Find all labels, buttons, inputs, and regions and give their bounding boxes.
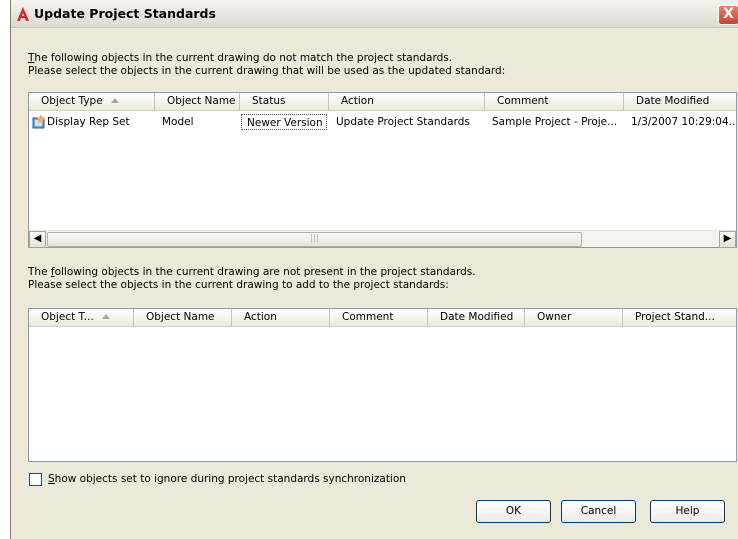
scroll-thumb[interactable]: ||| bbox=[47, 232, 582, 247]
column-action[interactable]: Action bbox=[232, 309, 330, 327]
show-ignored-checkbox[interactable] bbox=[29, 473, 42, 486]
sort-ascending-icon bbox=[110, 98, 119, 103]
window-title: Update Project Standards bbox=[34, 6, 216, 21]
column-date-modified[interactable]: Date Modified bbox=[624, 93, 736, 111]
mismatch-intro-line1: The following objects in the current dra… bbox=[28, 52, 453, 64]
cell-status[interactable]: Newer Version bbox=[241, 114, 327, 130]
cell-object-type: Display Rep Set bbox=[47, 116, 130, 128]
table-row[interactable]: Display Rep Set Model Newer Version Upda… bbox=[29, 113, 736, 131]
ok-button[interactable]: OK bbox=[476, 500, 551, 523]
close-button[interactable]: X bbox=[718, 5, 738, 25]
column-status[interactable]: Status bbox=[240, 93, 329, 111]
mismatch-intro-line2: Please select the objects in the current… bbox=[28, 65, 506, 77]
column-object-type[interactable]: Object Type bbox=[29, 93, 155, 111]
arrow-right-icon: ▶ bbox=[723, 233, 732, 244]
mismatched-list-header: Object Type Object Name Status Action Co… bbox=[29, 93, 736, 111]
missing-intro-line1: The following objects in the current dra… bbox=[28, 266, 476, 278]
autocad-a-icon bbox=[17, 7, 29, 21]
column-object-type[interactable]: Object T... bbox=[29, 309, 134, 327]
mismatched-objects-list[interactable]: Object Type Object Name Status Action Co… bbox=[28, 92, 737, 248]
horizontal-scrollbar[interactable]: ◀ ||| ▶ bbox=[29, 230, 736, 248]
cell-object-name: Model bbox=[162, 116, 194, 128]
sort-ascending-icon bbox=[101, 314, 110, 319]
column-date-modified[interactable]: Date Modified bbox=[428, 309, 525, 327]
cancel-button[interactable]: Cancel bbox=[561, 500, 636, 523]
cell-date-modified: 1/3/2007 10:29:04... bbox=[631, 116, 736, 128]
cell-comment: Sample Project - Proje... bbox=[492, 116, 618, 128]
arrow-left-icon: ◀ bbox=[33, 233, 42, 244]
column-object-name[interactable]: Object Name bbox=[155, 93, 240, 111]
title-bar[interactable]: Update Project Standards X bbox=[11, 0, 738, 28]
scroll-grip-icon: ||| bbox=[309, 234, 320, 244]
close-icon: X bbox=[723, 6, 734, 22]
dialog-window: Update Project Standards X The following… bbox=[10, 0, 738, 539]
show-ignored-label[interactable]: Show objects set to ignore during projec… bbox=[48, 473, 406, 485]
column-comment[interactable]: Comment bbox=[330, 309, 428, 327]
cell-action[interactable]: Update Project Standards bbox=[329, 113, 485, 131]
missing-intro-line2: Please select the objects in the current… bbox=[28, 279, 449, 291]
missing-list-header: Object T... Object Name Action Comment D… bbox=[29, 309, 736, 327]
mismatch-intro-text: The following objects in the current dra… bbox=[28, 52, 505, 78]
missing-intro-text: The following objects in the current dra… bbox=[28, 266, 476, 292]
column-action[interactable]: Action bbox=[329, 93, 485, 111]
column-object-name[interactable]: Object Name bbox=[134, 309, 232, 327]
column-project-standards[interactable]: Project Stand... bbox=[623, 309, 736, 327]
column-owner[interactable]: Owner bbox=[525, 309, 623, 327]
help-button[interactable]: Help bbox=[650, 500, 725, 523]
scroll-right-button[interactable]: ▶ bbox=[719, 231, 736, 248]
missing-objects-list[interactable]: Object T... Object Name Action Comment D… bbox=[28, 308, 737, 462]
scroll-left-button[interactable]: ◀ bbox=[29, 231, 46, 248]
column-comment[interactable]: Comment bbox=[485, 93, 624, 111]
